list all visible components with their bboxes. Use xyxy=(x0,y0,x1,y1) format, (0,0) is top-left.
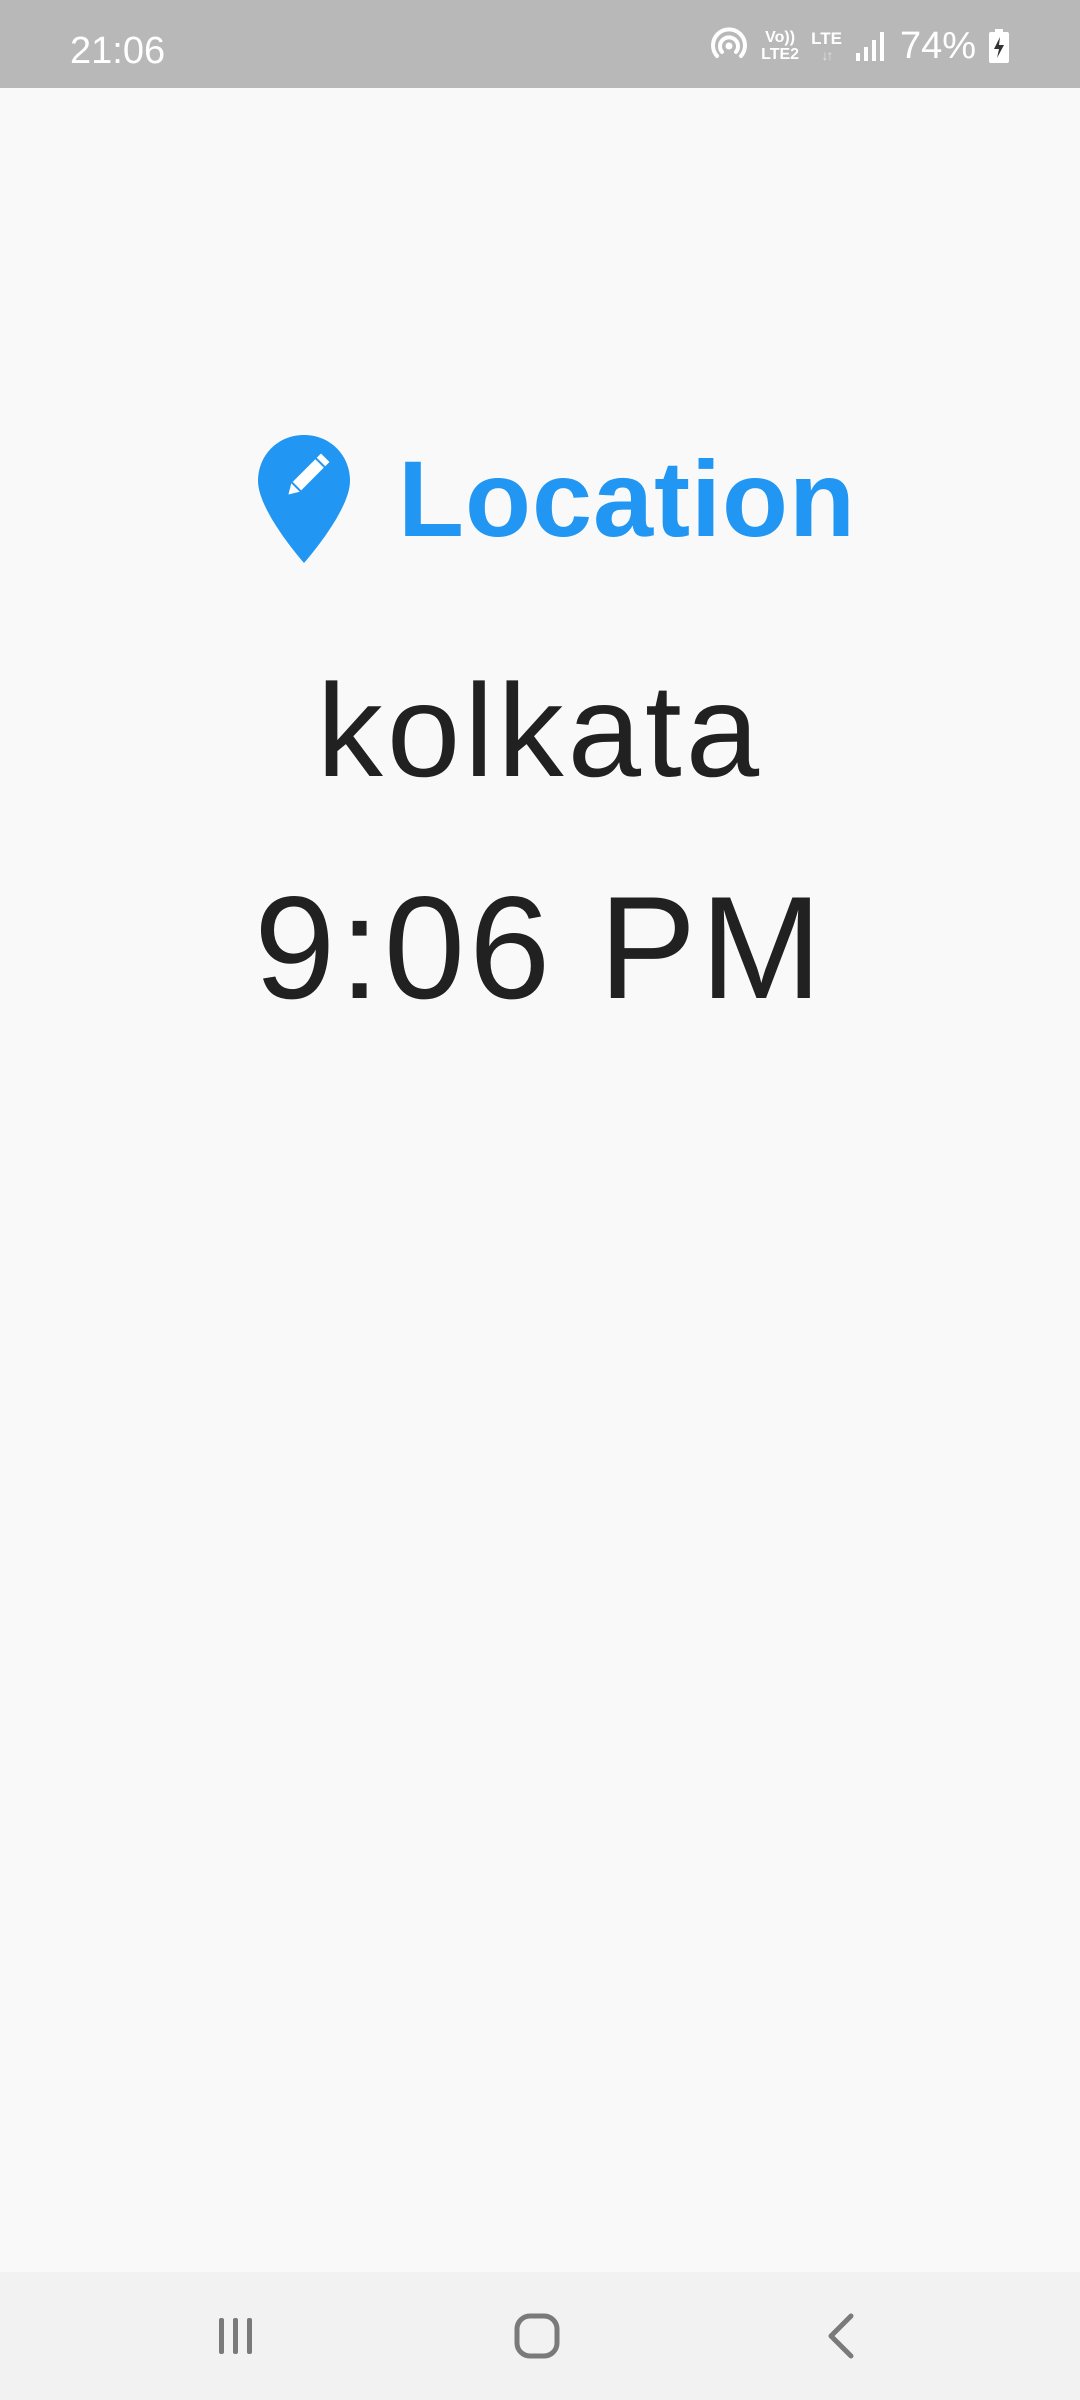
battery-charging-icon xyxy=(988,28,1010,64)
edit-location-button[interactable]: Location xyxy=(256,433,856,565)
volte-indicator: Vo)) LTE2 xyxy=(761,29,799,63)
main-content: Location kolkata 9:06 PM xyxy=(0,88,1080,2272)
home-icon xyxy=(502,2306,572,2366)
location-edit-icon xyxy=(256,433,352,565)
network-type: LTE xyxy=(811,29,842,48)
back-button[interactable] xyxy=(805,2306,875,2366)
lte-indicator: LTE ↓↑ xyxy=(811,29,842,63)
volte-bottom-text: LTE2 xyxy=(761,46,800,63)
home-button[interactable] xyxy=(502,2306,572,2366)
status-icons: Vo)) LTE2 LTE ↓↑ 74% xyxy=(709,24,1010,68)
battery-percent: 74% xyxy=(899,25,976,67)
back-icon xyxy=(805,2306,875,2366)
status-bar: 21:06 Vo)) LTE2 LTE ↓↑ 74% xyxy=(0,0,1080,88)
edit-location-label: Location xyxy=(398,438,856,559)
data-arrows: ↓↑ xyxy=(821,47,834,63)
signal-icon xyxy=(854,29,888,63)
location-time: 9:06 PM xyxy=(254,866,826,1029)
recents-icon xyxy=(200,2306,270,2366)
hotspot-icon xyxy=(709,26,749,66)
status-time: 21:06 xyxy=(70,30,166,72)
location-name: kolkata xyxy=(316,657,764,804)
volte-top-text: Vo)) xyxy=(765,29,796,46)
recents-button[interactable] xyxy=(200,2306,270,2366)
navigation-bar xyxy=(0,2272,1080,2400)
